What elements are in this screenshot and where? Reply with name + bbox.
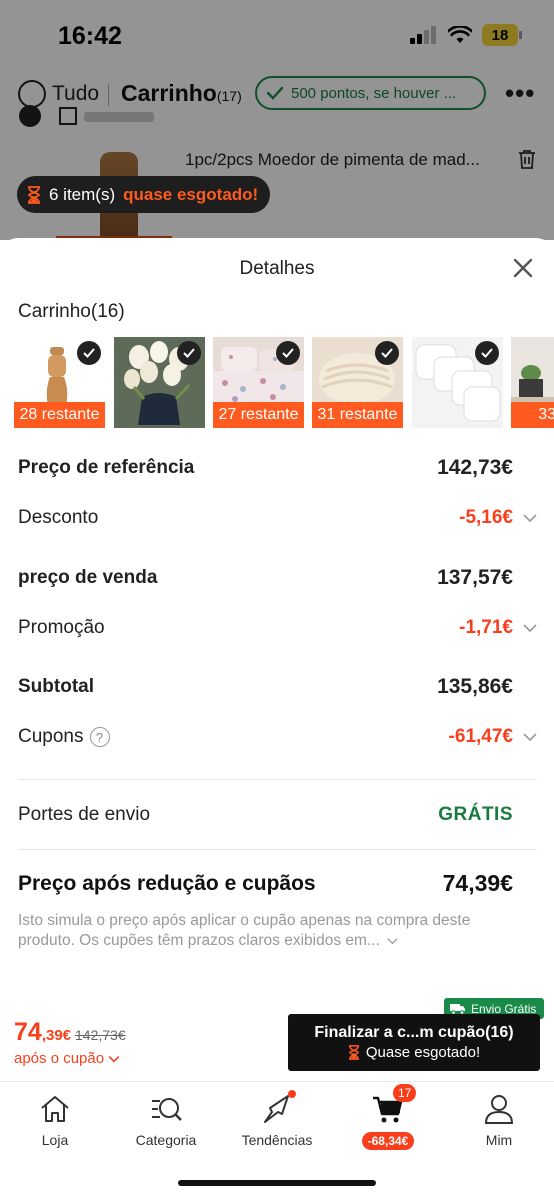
checkout-stock-text: Quase esgotado!: [365, 1044, 481, 1061]
sale-price-value: 137,57€: [437, 566, 513, 589]
product-thumbnails: 28 restante 27 restante 31 restante 33: [14, 337, 554, 429]
price-note-text: Isto simula o preço após aplicar o cupão…: [18, 912, 471, 949]
truck-icon: [450, 1003, 465, 1015]
checkout-button-label: Finalizar a c...m cupão(16): [314, 1024, 514, 1041]
tab-tendencias[interactable]: Tendências: [222, 1090, 332, 1148]
thumbnail-check-icon: [375, 341, 399, 365]
price-cents: ,39€: [41, 1027, 72, 1044]
section-divider: [18, 849, 537, 850]
ref-price-row: Preço de referência 142,73€: [18, 453, 537, 483]
coupons-label: Cupons: [18, 726, 84, 747]
trends-icon-wrap: [260, 1090, 296, 1126]
tab-categoria[interactable]: Categoria: [111, 1092, 221, 1148]
price-main: 74: [14, 1018, 42, 1046]
home-indicator: [178, 1180, 376, 1186]
notification-dot: [288, 1090, 296, 1098]
toast-highlight: quase esgotado!: [123, 184, 259, 204]
final-price-label: Preço após redução e cupãos: [18, 871, 316, 895]
thumbnail-stock-label: 33 re: [511, 402, 554, 428]
cart-discount-badge: -68,34€: [361, 1132, 415, 1150]
tab-label: Loja: [41, 1132, 69, 1148]
tab-label: Categoria: [135, 1132, 197, 1148]
checkout-bar: 74,39€ 142,73€ após o cupão Envio Grátis …: [0, 998, 554, 1082]
subtotal-row: Subtotal 135,86€: [18, 672, 537, 702]
section-divider: [18, 779, 537, 780]
shipping-value: GRÁTIS: [438, 804, 513, 825]
price-simulation-note[interactable]: Isto simula o preço após aplicar o cupão…: [18, 911, 508, 951]
final-price-row: Preço após redução e cupãos 74,39€: [18, 870, 537, 897]
thumbnail-check-icon: [475, 341, 499, 365]
thumbnail-item[interactable]: 31 restante: [312, 337, 403, 428]
details-sheet: Detalhes Carrinho(16) 28 restante 27 res…: [0, 238, 554, 1200]
promo-value: -1,71€: [459, 617, 513, 638]
price-original: 142,73€: [75, 1027, 126, 1043]
thumbnail-check-icon: [276, 341, 300, 365]
cart-items-label: Carrinho(16): [18, 301, 125, 322]
tab-mim[interactable]: Mim: [444, 1092, 554, 1148]
help-icon[interactable]: ?: [89, 727, 110, 747]
total-price: 74,39€ 142,73€: [14, 1018, 126, 1047]
chevron-down-icon[interactable]: [387, 937, 398, 945]
chevron-down-icon[interactable]: [523, 623, 537, 633]
chevron-down-icon: [108, 1055, 120, 1063]
checkout-stock-line: Quase esgotado!: [348, 1044, 480, 1061]
thumbnail-check-icon: [77, 341, 101, 365]
hourglass-icon: [28, 185, 40, 204]
ref-price-label: Preço de referência: [18, 457, 195, 478]
close-icon[interactable]: [511, 256, 535, 280]
thumbnail-item[interactable]: 27 restante: [213, 337, 304, 428]
subtotal-label: Subtotal: [18, 676, 94, 697]
thumbnail-stock-label: 31 restante: [312, 402, 403, 428]
thumbnail-item[interactable]: 28 restante: [14, 337, 105, 428]
after-coupon-toggle[interactable]: após o cupão: [14, 1050, 120, 1067]
cart-icon-wrap: 17: [371, 1084, 417, 1126]
after-coupon-label: após o cupão: [14, 1050, 105, 1067]
ref-price-value: 142,73€: [437, 456, 513, 479]
thumbnail-stock-label: 28 restante: [14, 402, 105, 428]
shipping-label: Portes de envio: [18, 804, 151, 825]
chevron-down-icon[interactable]: [523, 513, 537, 523]
thumbnail-item[interactable]: [412, 337, 503, 428]
subtotal-value: 135,86€: [437, 675, 513, 698]
checkout-button[interactable]: Finalizar a c...m cupão(16) Quase esgota…: [288, 1014, 540, 1071]
promo-label: Promoção: [18, 617, 105, 638]
hourglass-icon: [348, 1045, 359, 1060]
coupons-value: -61,47€: [448, 726, 513, 747]
thumbnail-stock-label: 27 restante: [213, 402, 304, 428]
discount-label: Desconto: [18, 507, 99, 528]
sale-price-label: preço de venda: [18, 567, 158, 588]
cart-count-badge: 17: [393, 1084, 417, 1102]
promo-value-wrap: -1,71€: [459, 617, 537, 639]
coupons-label-wrap: Cupons ?: [18, 726, 110, 748]
tab-loja[interactable]: Loja: [0, 1092, 110, 1148]
promo-row[interactable]: Promoção -1,71€: [18, 613, 537, 643]
tab-label: Tendências: [241, 1132, 313, 1148]
toast-count: 6 item(s): [49, 184, 116, 204]
sale-price-row: preço de venda 137,57€: [18, 563, 537, 593]
home-icon: [41, 1096, 69, 1122]
sheet-title: Detalhes: [239, 258, 315, 279]
coupons-row[interactable]: Cupons ? -61,47€: [18, 722, 537, 752]
coupons-value-wrap: -61,47€: [449, 726, 537, 748]
tab-carrinho[interactable]: 17 -68,34€: [333, 1084, 443, 1150]
final-price-value: 74,39€: [442, 870, 513, 896]
discount-value-wrap: -5,16€: [459, 507, 537, 529]
category-search-icon: [152, 1098, 182, 1121]
chevron-down-icon[interactable]: [523, 732, 537, 742]
thumbnail-check-icon: [177, 341, 201, 365]
discount-row[interactable]: Desconto -5,16€: [18, 503, 537, 533]
thumbnail-item[interactable]: 33 re: [511, 337, 554, 428]
thumbnail-item[interactable]: [114, 337, 205, 428]
tab-label: Mim: [485, 1132, 513, 1148]
discount-value: -5,16€: [459, 507, 513, 528]
user-icon: [484, 1095, 514, 1124]
shipping-row: Portes de envio GRÁTIS: [18, 800, 537, 830]
low-stock-toast: 6 item(s) quase esgotado!: [17, 176, 271, 213]
